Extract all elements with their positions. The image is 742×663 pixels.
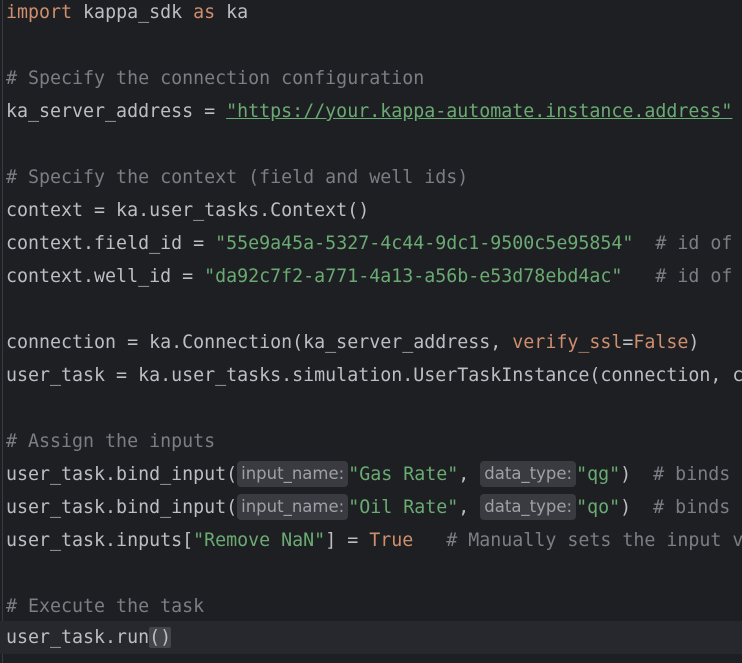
code-line-14[interactable]: # Assign the inputs <box>6 425 215 458</box>
assignment: context.well_id = <box>6 266 205 287</box>
parameter-hint-input-name: input_name: <box>237 494 349 520</box>
code-line-17[interactable]: user_task.inputs["Remove NaN"] = True # … <box>6 524 742 557</box>
keyword-as: as <box>193 2 216 23</box>
code-line-15[interactable]: user_task.bind_input(input_name: "Gas Rat… <box>6 458 742 491</box>
code-line-11[interactable]: connection = ka.Connection(ka_server_add… <box>6 326 699 359</box>
code-text: user_task.bind_input( <box>6 464 238 485</box>
comment: # binds the gas rate input <box>653 464 742 485</box>
code-text: user_task = ka.user_tasks.simulation.Use… <box>6 365 742 386</box>
code-line-3[interactable]: # Specify the connection configuration <box>6 62 424 95</box>
assignment: ] = <box>325 530 370 551</box>
close-paren: ) <box>688 332 700 353</box>
code-text: user_task.inputs[ <box>6 530 194 551</box>
module-name: kappa_sdk <box>72 2 194 23</box>
code-text: context = ka.user_tasks.Context() <box>6 200 370 221</box>
matched-brackets: () <box>149 627 172 648</box>
equals: = <box>622 332 634 353</box>
code-line-20-current[interactable]: user_task.run() <box>0 621 742 654</box>
separator: , <box>458 497 481 518</box>
boolean-false: False <box>633 332 689 353</box>
string-literal: "qo" <box>576 497 621 518</box>
module-alias: ka <box>215 2 249 23</box>
parameter-hint-data-type: data_type: <box>480 494 577 520</box>
boolean-true: True <box>369 530 414 551</box>
comment: # binds the oil rate input <box>653 497 742 518</box>
assignment: context.field_id = <box>6 233 216 254</box>
code-line-6[interactable]: # Specify the context (field and well id… <box>6 161 468 194</box>
comment: # Manually sets the input value <box>446 530 742 551</box>
separator: , <box>458 464 481 485</box>
string-literal: "Oil Rate" <box>348 497 459 518</box>
code-editor[interactable]: import kappa_sdk as ka # Specify the con… <box>0 0 742 663</box>
field-id-string: "55e9a45a-5327-4c44-9dc1-9500c5e95854" <box>215 233 634 254</box>
code-line-8[interactable]: context.field_id = "55e9a45a-5327-4c44-9… <box>6 227 742 260</box>
code-text: user_task.bind_input( <box>6 497 238 518</box>
comment: # id of the field <box>655 233 733 254</box>
keyword-import: import <box>6 2 73 23</box>
parameter-hint-data-type: data_type: <box>480 461 577 487</box>
string-literal: "Remove NaN" <box>193 530 326 551</box>
gutter-divider <box>2 0 3 663</box>
comment: # Specify the context (field and well id… <box>6 167 469 188</box>
comment: # Execute the task <box>6 596 205 617</box>
keyword-argument: verify_ssl <box>512 332 623 353</box>
code-line-12[interactable]: user_task = ka.user_tasks.simulation.Use… <box>6 359 742 392</box>
close-paren: ) <box>620 464 654 485</box>
comment: # Assign the inputs <box>6 431 216 452</box>
well-id-string: "da92c7f2-a771-4a13-a56b-e53d78ebd4ac" <box>204 266 623 287</box>
string-literal: "qg" <box>576 464 621 485</box>
assignment: ka_server_address = <box>6 101 227 122</box>
parameter-hint-input-name: input_name: <box>237 461 349 487</box>
code-line-19[interactable]: # Execute the task <box>6 590 204 623</box>
server-url-string[interactable]: "https://your.kappa-automate.instance.ad… <box>226 101 732 122</box>
code-text: user_task.run <box>6 627 150 648</box>
string-literal: "Gas Rate" <box>348 464 459 485</box>
code-line-4[interactable]: ka_server_address = "https://your.kappa-… <box>6 95 732 128</box>
code-line-9[interactable]: context.well_id = "da92c7f2-a771-4a13-a5… <box>6 260 742 293</box>
comment: # Specify the connection configuration <box>6 68 425 89</box>
code-line-16[interactable]: user_task.bind_input(input_name: "Oil Rat… <box>6 491 742 524</box>
code-line-7[interactable]: context = ka.user_tasks.Context() <box>6 194 369 227</box>
code-line-1[interactable]: import kappa_sdk as ka <box>6 0 248 29</box>
close-paren: ) <box>620 497 654 518</box>
comment: # id of the well <box>655 266 733 287</box>
code-text: connection = ka.Connection(ka_server_add… <box>6 332 513 353</box>
